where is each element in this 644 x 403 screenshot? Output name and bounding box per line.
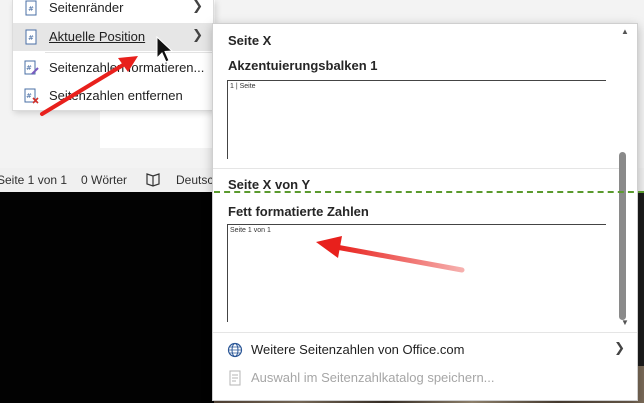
mouse-cursor-icon: [156, 35, 174, 63]
annotation-arrow-1: [40, 56, 138, 116]
annotation-overlay: [40, 35, 465, 273]
annotation-arrow-2: [316, 236, 465, 273]
